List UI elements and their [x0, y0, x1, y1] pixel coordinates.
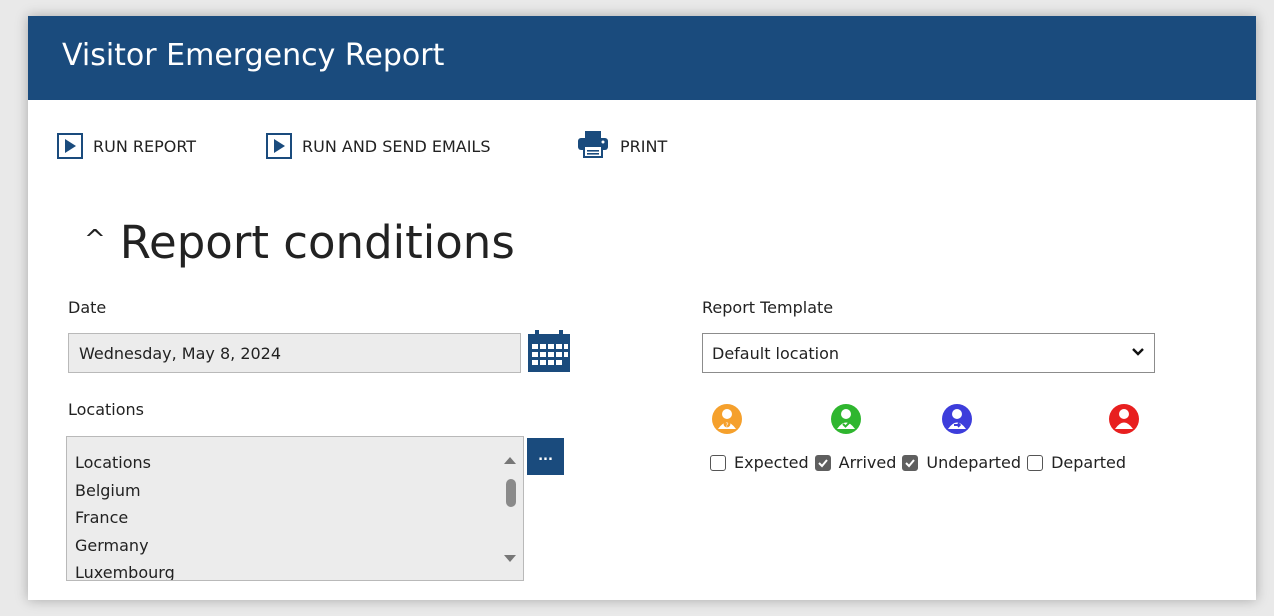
report-template-select[interactable]: Default location — [702, 333, 1155, 373]
collapse-chevron-icon: ^ — [84, 224, 106, 255]
list-item[interactable]: Locations — [75, 449, 175, 477]
list-item[interactable]: Belgium — [75, 477, 175, 505]
printer-icon — [576, 130, 610, 162]
departed-status-icon — [1109, 404, 1139, 434]
expected-status-icon: ? — [712, 404, 742, 434]
print-button[interactable]: PRINT — [576, 126, 667, 166]
undeparted-label: Undeparted — [926, 453, 1022, 472]
expected-checkbox-item[interactable]: Expected — [710, 453, 809, 472]
report-template-label: Report Template — [702, 298, 834, 317]
expected-checkbox[interactable] — [710, 454, 726, 471]
date-field[interactable]: Wednesday, May 8, 2024 — [68, 333, 521, 373]
date-value: Wednesday, May 8, 2024 — [79, 343, 282, 363]
undeparted-checkbox-item[interactable]: Undeparted — [902, 453, 1021, 472]
departed-checkbox[interactable] — [1027, 454, 1044, 471]
section-title: Report conditions — [119, 216, 515, 269]
departed-label: Departed — [1051, 453, 1127, 472]
run-and-send-emails-button[interactable]: RUN AND SEND EMAILS — [266, 126, 491, 166]
run-and-send-emails-label: RUN AND SEND EMAILS — [302, 136, 491, 156]
chevron-down-icon — [1131, 344, 1145, 363]
run-report-button[interactable]: RUN REPORT — [57, 126, 196, 166]
play-icon — [266, 133, 292, 159]
scrollbar[interactable] — [499, 437, 523, 580]
calendar-button[interactable] — [526, 328, 572, 374]
scroll-down-icon[interactable] — [504, 555, 516, 562]
departed-checkbox-item[interactable]: Departed — [1027, 453, 1126, 472]
svg-text:?: ? — [725, 422, 728, 429]
undeparted-checkbox[interactable] — [902, 454, 919, 471]
arrived-label: Arrived — [838, 453, 897, 472]
window-title: Visitor Emergency Report — [62, 38, 445, 73]
arrived-checkbox-item[interactable]: Arrived — [814, 453, 897, 472]
date-label: Date — [68, 298, 107, 317]
locations-label: Locations — [68, 400, 145, 419]
list-item[interactable]: Germany — [75, 532, 175, 560]
report-window: Visitor Emergency Report RUN REPORT RUN … — [28, 16, 1256, 600]
report-template-value: Default location — [712, 343, 840, 363]
undeparted-status-icon — [942, 404, 972, 434]
scroll-up-icon[interactable] — [504, 457, 516, 464]
title-bar: Visitor Emergency Report — [28, 16, 1256, 100]
toolbar: RUN REPORT RUN AND SEND EMAILS PRINT — [28, 126, 1256, 166]
scroll-thumb[interactable] — [506, 479, 516, 507]
print-label: PRINT — [620, 136, 668, 156]
checkmark-icon — [905, 458, 916, 467]
report-conditions-header[interactable]: ^ Report conditions — [84, 216, 515, 269]
locations-list[interactable]: Locations Belgium France Germany Luxembo… — [66, 436, 524, 581]
checkmark-icon — [817, 458, 828, 467]
run-report-label: RUN REPORT — [93, 136, 197, 156]
arrived-status-icon — [831, 404, 861, 434]
list-item[interactable]: Luxembourg — [75, 559, 175, 580]
status-filter-row: Expected Arrived Undeparted Departed — [710, 453, 1132, 472]
list-item[interactable]: France — [75, 504, 175, 532]
play-icon — [57, 133, 83, 159]
calendar-icon — [528, 330, 570, 372]
browse-locations-button[interactable]: ... — [527, 438, 564, 475]
arrived-checkbox[interactable] — [814, 454, 831, 471]
expected-label: Expected — [734, 453, 809, 472]
